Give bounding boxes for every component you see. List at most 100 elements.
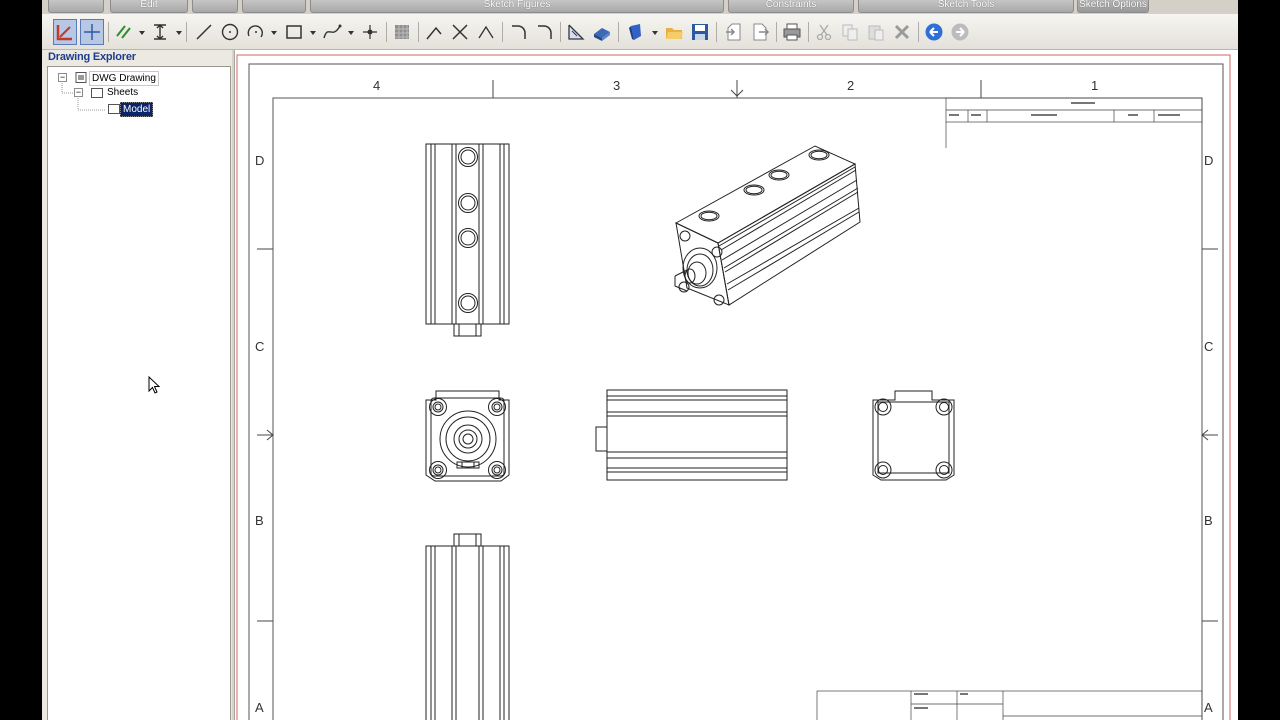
top-view	[425, 143, 510, 337]
hatch-icon	[395, 25, 409, 39]
spline-icon	[323, 24, 342, 39]
drawing-canvas[interactable]: 4 3 2 1 D C B A D C B A	[234, 50, 1238, 720]
drawing-explorer-title: Drawing Explorer	[48, 51, 136, 63]
zone-row-d-left: D	[255, 153, 264, 168]
toolbar-separator	[560, 22, 561, 42]
undo-button[interactable]	[922, 19, 946, 45]
chevron-down-icon[interactable]	[139, 30, 145, 36]
toolbar-separator	[418, 22, 419, 42]
chevron-down-icon[interactable]	[310, 30, 316, 36]
tab-sketch-options[interactable]: Sketch Options	[1077, 0, 1149, 13]
application-window: Edit Sketch Figures Constraints Sketch T…	[42, 0, 1238, 720]
toolbar-separator	[386, 22, 387, 42]
part-view-icon	[594, 28, 610, 41]
dimension-tool-button[interactable]	[148, 19, 172, 45]
cut-button[interactable]	[812, 19, 836, 45]
crosshair-icon	[84, 24, 100, 40]
tab-constraints[interactable]: Constraints	[728, 0, 854, 13]
spline-tool-button[interactable]	[320, 19, 344, 45]
view-tool-button[interactable]	[564, 19, 588, 45]
shield-icon	[629, 24, 641, 40]
chevron-down-icon[interactable]	[348, 30, 354, 36]
rectangle-icon	[286, 25, 302, 39]
tab-blank-2[interactable]	[192, 0, 238, 13]
arc-icon	[247, 25, 263, 38]
save-file-button[interactable]	[688, 19, 712, 45]
chamfer-icon	[512, 25, 526, 39]
redo-button[interactable]	[948, 19, 972, 45]
export-button[interactable]	[748, 19, 772, 45]
isometric-view	[674, 145, 861, 306]
save-icon	[692, 24, 708, 40]
sheet-inner-frame	[272, 97, 1203, 720]
zone-row-b-right: B	[1204, 513, 1213, 528]
back-view	[872, 390, 955, 481]
toolbar-separator	[186, 22, 187, 42]
title-block	[816, 690, 1203, 720]
zone-row-b-left: B	[255, 513, 264, 528]
delete-button[interactable]	[890, 19, 914, 45]
tab-edit[interactable]: Edit	[110, 0, 188, 13]
zone-row-a-left: A	[255, 700, 264, 715]
chevron-down-icon[interactable]	[176, 30, 182, 36]
rectangle-tool-button[interactable]	[282, 19, 306, 45]
import-icon	[726, 23, 741, 41]
parallel-lines-icon	[116, 25, 131, 39]
toolbar-separator	[808, 22, 809, 42]
toolbar-separator	[776, 22, 777, 42]
copy-button[interactable]	[838, 19, 862, 45]
chamfer-tool-button[interactable]	[506, 19, 530, 45]
hatch-tool-button[interactable]	[390, 19, 414, 45]
tree-connector-lines	[61, 81, 106, 111]
export-icon	[753, 23, 770, 41]
scissors-icon	[816, 24, 832, 41]
toolbar-separator	[108, 22, 109, 42]
parallel-constraint-button[interactable]	[112, 19, 136, 45]
front-view	[425, 390, 510, 482]
zone-row-d-right: D	[1204, 153, 1213, 168]
point-tool-button[interactable]	[358, 19, 382, 45]
extend-tool-button[interactable]	[448, 19, 472, 45]
toolbar-separator	[918, 22, 919, 42]
select-tool-button[interactable]	[53, 19, 77, 45]
zone-row-c-right: C	[1204, 339, 1213, 354]
mouse-cursor-icon	[148, 376, 161, 394]
tab-blank-1[interactable]	[48, 0, 104, 13]
zone-col-3: 3	[613, 78, 620, 93]
ribbon-tab-strip: Edit Sketch Figures Constraints Sketch T…	[42, 0, 1238, 14]
part-view-tool-button[interactable]	[590, 19, 614, 45]
tab-sketch-tools[interactable]: Sketch Tools	[858, 0, 1074, 13]
trim-tool-button[interactable]	[422, 19, 446, 45]
paste-button[interactable]	[864, 19, 888, 45]
import-button[interactable]	[722, 19, 746, 45]
folder-open-icon	[666, 28, 683, 39]
line-tool-button[interactable]	[192, 19, 216, 45]
trim-icon	[426, 26, 442, 40]
fillet-icon	[478, 25, 494, 39]
chevron-down-icon[interactable]	[271, 30, 277, 36]
tab-sketch-figures[interactable]: Sketch Figures	[310, 0, 724, 13]
shield-tool-button[interactable]	[624, 19, 648, 45]
sheet-frame	[248, 63, 1224, 720]
line-icon	[196, 24, 212, 40]
fillet-tool-button[interactable]	[474, 19, 498, 45]
circle-tool-button[interactable]	[218, 19, 242, 45]
drawing-explorer-tree: − DWG Drawing − Sheets Model	[47, 66, 231, 720]
undo-icon	[925, 23, 943, 41]
chevron-down-icon[interactable]	[652, 30, 658, 36]
arc-tool-button[interactable]	[244, 19, 268, 45]
drawing-sheet: 4 3 2 1 D C B A D C B A	[236, 54, 1231, 720]
zone-row-a-right: A	[1204, 700, 1213, 715]
view-icon	[568, 24, 585, 40]
tab-blank-3[interactable]	[242, 0, 306, 13]
chamfer-arc-button[interactable]	[532, 19, 556, 45]
sketch-toolbar	[42, 14, 1238, 50]
print-button[interactable]	[780, 19, 804, 45]
toolbar-separator	[502, 22, 503, 42]
open-file-button[interactable]	[662, 19, 686, 45]
sheet-outer-border	[236, 54, 1231, 720]
toolbar-separator	[716, 22, 717, 42]
dimension-icon	[154, 24, 166, 40]
snap-tool-button[interactable]	[80, 19, 104, 45]
extend-icon	[452, 24, 468, 40]
